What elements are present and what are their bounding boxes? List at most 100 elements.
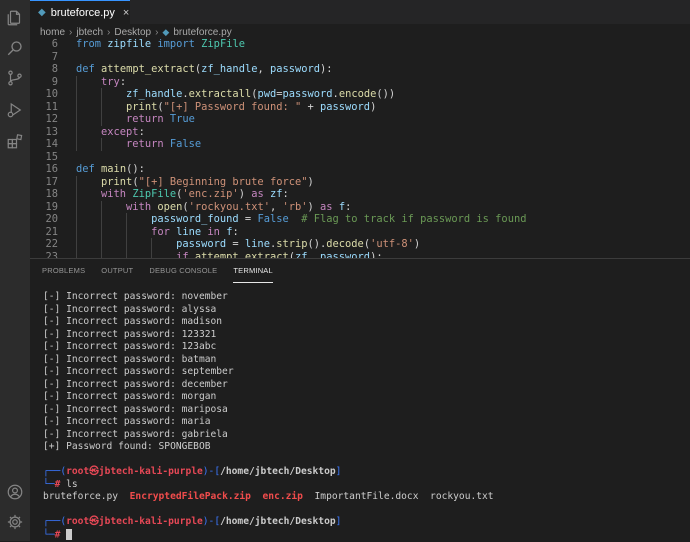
close-icon[interactable]: ×: [123, 7, 129, 19]
python-file-icon: ◆: [38, 7, 46, 18]
ls-output: bruteforce.py EncryptedFilePack.zip enc.…: [43, 491, 494, 504]
code-text: from zipfile import ZipFile: [76, 38, 245, 51]
code-text: password_found = False # Flag to track i…: [76, 213, 526, 226]
code-line: 19 with open('rockyou.txt', 'rb') as f:: [30, 201, 690, 214]
breadcrumb-item-file[interactable]: bruteforce.py: [173, 27, 231, 38]
code-line: 11 print("[+] Password found: " + passwo…: [30, 101, 690, 114]
source-control-icon[interactable]: [5, 68, 25, 88]
line-number: 13: [30, 126, 58, 139]
breadcrumb-item-desktop[interactable]: Desktop: [114, 27, 151, 38]
line-number: 21: [30, 226, 58, 239]
code-line: 9 try:: [30, 76, 690, 89]
terminal-prompt: ┌──(root㉿jbtech-kali-purple)-[/home/jbte…: [43, 516, 341, 529]
terminal-command: └─# ls: [43, 479, 78, 492]
code-line: 15: [30, 151, 690, 164]
line-number: 22: [30, 238, 58, 251]
tab-debug-console[interactable]: DEBUG CONSOLE: [149, 259, 217, 283]
line-number: 7: [30, 51, 58, 64]
terminal-line: [-] Incorrect password: mariposa: [43, 404, 228, 417]
code-line: 8 def attempt_extract(zf_handle, password…: [30, 63, 690, 76]
line-number: 10: [30, 88, 58, 101]
indent-guide: [101, 88, 102, 126]
code-text: with open('rockyou.txt', 'rb') as f:: [76, 201, 351, 214]
code-line: 7: [30, 51, 690, 64]
code-text: zf_handle.extractall(pwd=password.encode…: [76, 88, 395, 101]
activity-bar: [0, 0, 30, 541]
code-line: 18 with ZipFile('enc.zip') as zf:: [30, 188, 690, 201]
settings-gear-icon[interactable]: [5, 512, 25, 532]
line-number: 18: [30, 188, 58, 201]
code-line: 21 for line in f:: [30, 226, 690, 239]
indent-guide: [101, 201, 102, 259]
terminal-line: [-] Incorrect password: morgan: [43, 391, 216, 404]
chevron-right-icon: ›: [155, 27, 158, 38]
indent-guide: [76, 76, 77, 151]
terminal-line: [-] Incorrect password: december: [43, 379, 228, 392]
terminal-output[interactable]: [-] Incorrect password: november[-] Inco…: [43, 291, 690, 541]
chevron-right-icon: ›: [107, 27, 110, 38]
tab-bruteforce-py[interactable]: ◆ bruteforce.py ×: [30, 0, 130, 24]
terminal-cursor: [66, 529, 72, 540]
code-line: 12 return True: [30, 113, 690, 126]
breadcrumb-item-jbtech[interactable]: jbtech: [76, 27, 103, 38]
chevron-right-icon: ›: [69, 27, 72, 38]
line-number: 12: [30, 113, 58, 126]
code-line: 22 password = line.strip().decode('utf-8…: [30, 238, 690, 251]
code-line: 17 print("[+] Beginning brute force"): [30, 176, 690, 189]
line-number: 9: [30, 76, 58, 89]
code-line: 23 if attempt_extract(zf, password):: [30, 251, 690, 259]
code-editor[interactable]: 6 from zipfile import ZipFile 78 def attemp…: [30, 38, 690, 258]
tab-terminal[interactable]: TERMINAL: [233, 259, 273, 283]
line-number: 14: [30, 138, 58, 151]
terminal-line: [-] Incorrect password: september: [43, 366, 234, 379]
terminal-line: [-] Incorrect password: 123abc: [43, 341, 216, 354]
code-text: except:: [76, 126, 145, 139]
line-number: 15: [30, 151, 58, 164]
code-text: return False: [76, 138, 201, 151]
terminal-line: [+] Password found: SPONGEBOB: [43, 441, 211, 454]
terminal-line: [-] Incorrect password: gabriela: [43, 429, 228, 442]
code-line: 16def main():: [30, 163, 690, 176]
extensions-icon[interactable]: [5, 131, 25, 151]
explorer-icon[interactable]: [5, 8, 25, 28]
line-number: 19: [30, 201, 58, 214]
line-number: 16: [30, 163, 58, 176]
code-line: 20 password_found = False # Flag to trac…: [30, 213, 690, 226]
code-text: def attempt_extract(zf_handle, password)…: [76, 63, 333, 76]
terminal-line: [-] Incorrect password: 123321: [43, 329, 216, 342]
line-number: 23: [30, 251, 58, 259]
code-text: with ZipFile('enc.zip') as zf:: [76, 188, 289, 201]
terminal-line: [-] Incorrect password: alyssa: [43, 304, 216, 317]
search-icon[interactable]: [5, 38, 25, 58]
line-number: 6: [30, 38, 58, 51]
terminal-input: └─#: [43, 529, 72, 542]
indent-guide: [101, 138, 102, 151]
code-line: 14 return False: [30, 138, 690, 151]
tab-label: bruteforce.py: [51, 7, 115, 19]
code-text: if attempt_extract(zf, password):: [76, 251, 383, 259]
python-file-icon: ◆: [162, 27, 169, 38]
terminal-line: [-] Incorrect password: batman: [43, 354, 216, 367]
code-text: password = line.strip().decode('utf-8'): [76, 238, 420, 251]
breadcrumb-item-home[interactable]: home: [40, 27, 65, 38]
tab-output[interactable]: OUTPUT: [101, 259, 133, 283]
terminal-line: [-] Incorrect password: november: [43, 291, 228, 304]
terminal-line: [-] Incorrect password: madison: [43, 316, 222, 329]
line-number: 8: [30, 63, 58, 76]
bottom-panel: PROBLEMS OUTPUT DEBUG CONSOLE TERMINAL […: [30, 258, 690, 541]
code-text: print("[+] Beginning brute force"): [76, 176, 314, 189]
account-icon[interactable]: [5, 482, 25, 502]
tab-problems[interactable]: PROBLEMS: [42, 259, 85, 283]
line-number: 20: [30, 213, 58, 226]
terminal-prompt: ┌──(root㉿jbtech-kali-purple)-[/home/jbte…: [43, 466, 341, 479]
code-line: 6 from zipfile import ZipFile: [30, 38, 690, 51]
indent-guide: [76, 176, 77, 259]
indent-guide: [126, 213, 127, 258]
indent-guide: [151, 238, 152, 258]
code-text: return True: [76, 113, 195, 126]
panel-tabs: PROBLEMS OUTPUT DEBUG CONSOLE TERMINAL: [30, 259, 690, 283]
run-debug-icon[interactable]: [5, 100, 25, 120]
code-line: 10 zf_handle.extractall(pwd=password.enc…: [30, 88, 690, 101]
code-line: 13 except:: [30, 126, 690, 139]
editor-tabs-bar: ◆ bruteforce.py ×: [30, 0, 690, 24]
